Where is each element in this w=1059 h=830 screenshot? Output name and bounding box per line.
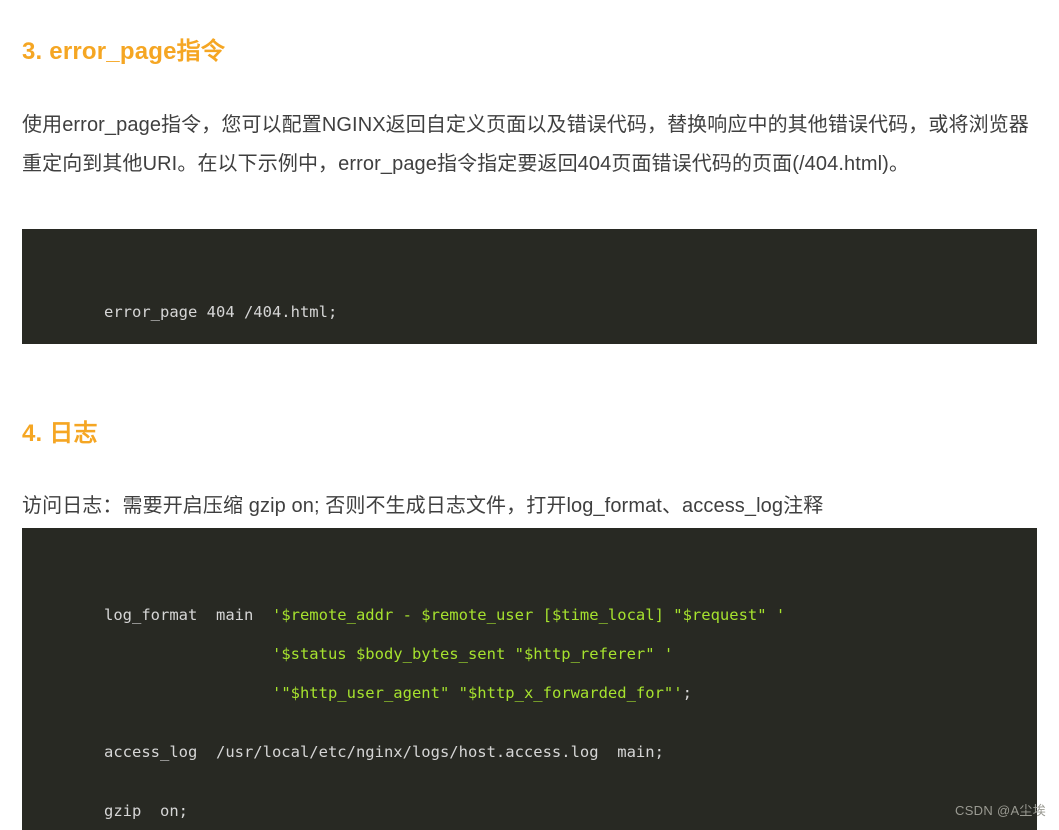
code-token-string: '"$http_user_agent" "$http_x_forwarded_f… — [271, 684, 683, 702]
code-token-string: '$status $body_bytes_sent "$http_referer… — [271, 645, 674, 663]
code-token-plain: gzip on; — [104, 802, 188, 820]
code-block-error-page: error_page 404 /404.html; — [22, 229, 1037, 344]
code-line: log_format main '$remote_addr - $remote_… — [48, 557, 1037, 624]
code-line: error_page 404 /404.html; — [48, 254, 1037, 321]
section-heading-error-page: 3. error_page指令 — [22, 38, 226, 65]
section-paragraph-error-page: 使用error_page指令，您可以配置NGINX返回自定义页面以及错误代码，替… — [22, 114, 1029, 175]
code-token-plain: access_log /usr/local/etc/nginx/logs/hos… — [104, 743, 664, 761]
section-heading-logs: 4. 日志 — [22, 420, 98, 447]
document-page: 3. error_page指令 使用error_page指令，您可以配置NGIN… — [0, 0, 1059, 830]
code-token-string: '$remote_addr - $remote_user [$time_loca… — [271, 606, 786, 624]
section-paragraph-logs: 访问日志：需要开启压缩 gzip on; 否则不生成日志文件，打开log_for… — [22, 495, 824, 517]
csdn-watermark: CSDN @A尘埃 — [955, 803, 1047, 818]
code-token-plain: error_page 404 /404.html; — [104, 303, 338, 321]
code-token-plain: ; — [682, 684, 692, 702]
code-block-logs: log_format main '$remote_addr - $remote_… — [22, 528, 1037, 830]
code-token-plain: log_format main — [104, 606, 272, 624]
